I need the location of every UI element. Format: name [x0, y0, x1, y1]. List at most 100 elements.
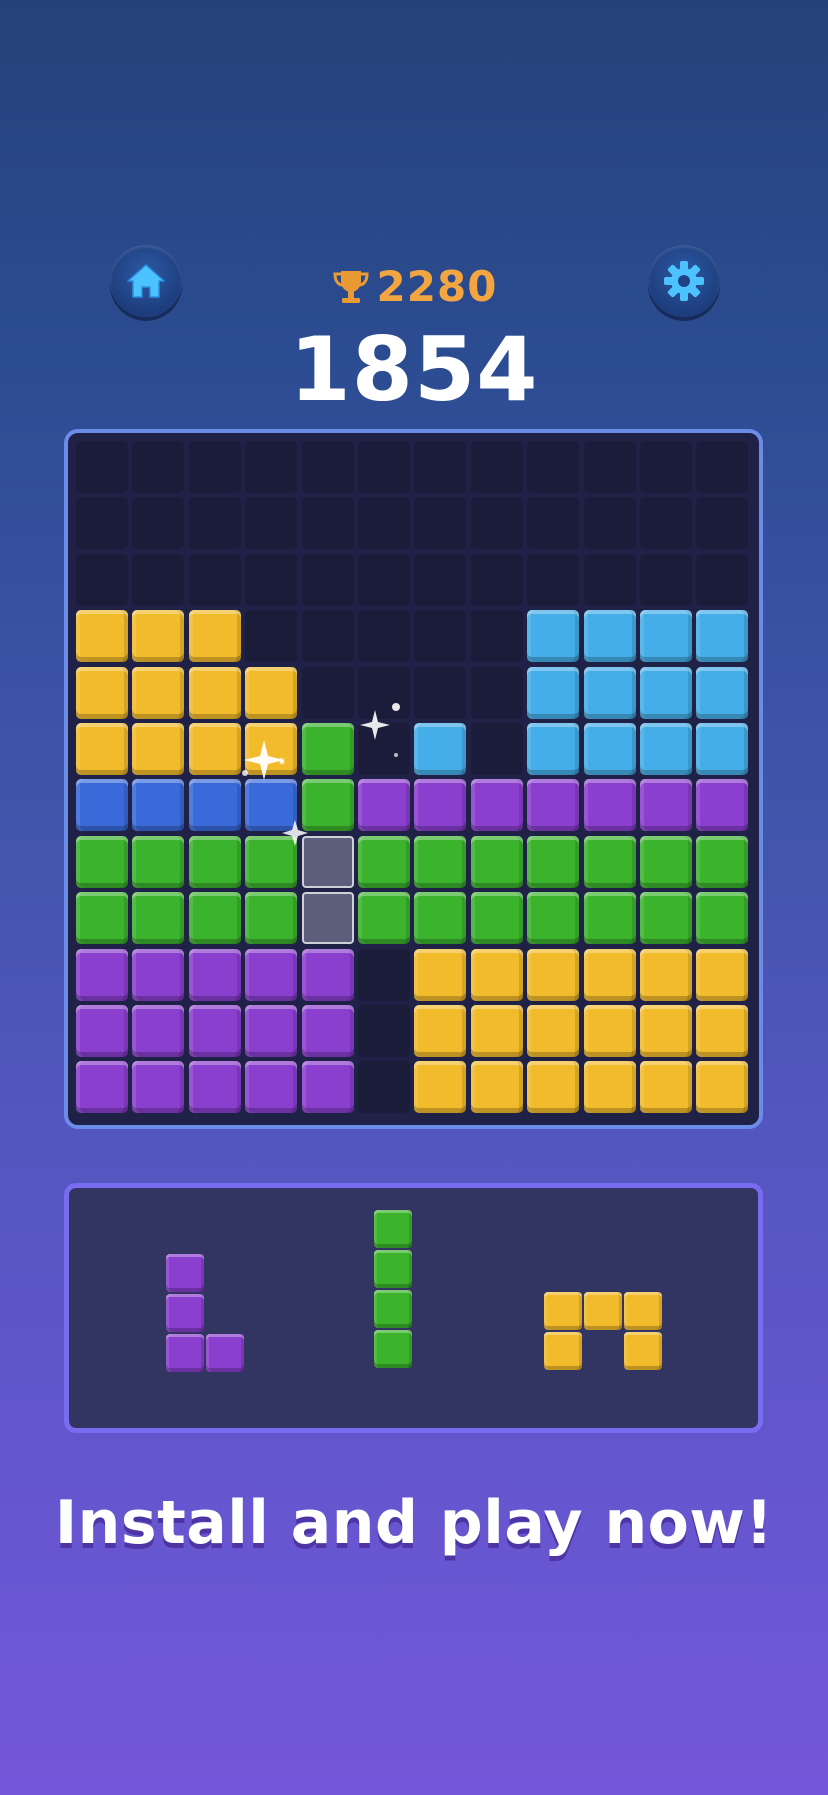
block-cell — [188, 1061, 241, 1114]
empty-cell — [245, 610, 298, 663]
empty-cell — [414, 553, 467, 606]
trophy-icon — [333, 270, 369, 303]
empty-cell — [470, 441, 523, 493]
empty-cell — [188, 441, 241, 493]
block-cell — [696, 610, 749, 663]
empty-cell — [245, 441, 298, 493]
block-cell — [583, 666, 636, 719]
sparkle-effect — [242, 703, 400, 846]
empty-cell — [527, 441, 580, 493]
block-cell — [470, 948, 523, 1001]
empty-cell — [414, 610, 467, 663]
empty-cell — [640, 553, 692, 606]
block-cell — [414, 1005, 467, 1057]
block-cell — [583, 1005, 636, 1057]
block-cell — [527, 892, 580, 945]
block-cell — [696, 1005, 749, 1057]
empty-cell — [527, 497, 580, 550]
block-cell — [640, 610, 692, 663]
piece-cell — [374, 1330, 412, 1368]
block-cell — [527, 835, 580, 888]
empty-cell — [132, 497, 185, 550]
block-cell — [583, 835, 636, 888]
block-cell — [696, 835, 749, 888]
block-cell — [470, 892, 523, 945]
install-cta[interactable]: Install and play now! — [0, 1488, 828, 1558]
empty-cell — [640, 441, 692, 493]
block-cell — [76, 723, 128, 775]
empty-cell — [527, 553, 580, 606]
empty-cell — [76, 553, 128, 606]
block-cell — [470, 779, 523, 832]
piece-cell — [166, 1254, 204, 1292]
empty-cell — [358, 441, 410, 493]
block-cell — [414, 948, 467, 1001]
block-cell — [132, 779, 185, 832]
block-cell — [696, 666, 749, 719]
empty-cell — [301, 441, 354, 493]
empty-cell — [245, 497, 298, 550]
block-cell — [527, 1005, 580, 1057]
empty-cell — [583, 441, 636, 493]
best-score-row: 2280 — [0, 262, 828, 311]
piece-cell — [544, 1332, 582, 1370]
block-cell — [527, 666, 580, 719]
block-cell — [301, 1061, 354, 1114]
block-cell — [245, 1061, 298, 1114]
block-cell — [76, 666, 128, 719]
block-cell — [583, 723, 636, 775]
empty-cell — [76, 441, 128, 493]
block-cell — [301, 948, 354, 1001]
block-cell — [132, 1005, 185, 1057]
block-cell — [640, 1061, 692, 1114]
piece-tray — [64, 1183, 763, 1433]
block-cell — [132, 666, 185, 719]
empty-cell — [358, 610, 410, 663]
block-cell — [583, 1061, 636, 1114]
block-cell — [76, 948, 128, 1001]
block-cell — [470, 835, 523, 888]
block-cell — [696, 892, 749, 945]
empty-cell — [76, 497, 128, 550]
block-cell — [301, 1005, 354, 1057]
block-cell — [414, 835, 467, 888]
empty-cell — [414, 497, 467, 550]
block-cell — [470, 1061, 523, 1114]
empty-cell — [301, 610, 354, 663]
empty-cell — [696, 497, 749, 550]
empty-cell — [245, 553, 298, 606]
block-cell — [414, 723, 467, 775]
piece-cell — [374, 1290, 412, 1328]
block-cell — [527, 779, 580, 832]
block-cell — [132, 892, 185, 945]
block-cell — [583, 779, 636, 832]
block-cell — [76, 1005, 128, 1057]
block-cell — [527, 723, 580, 775]
piece-cell — [584, 1292, 622, 1330]
block-cell — [696, 1061, 749, 1114]
empty-cell — [470, 723, 523, 775]
empty-cell — [358, 553, 410, 606]
block-cell — [640, 666, 692, 719]
empty-cell — [358, 948, 410, 1001]
block-cell — [132, 610, 185, 663]
block-cell — [527, 610, 580, 663]
block-cell — [640, 835, 692, 888]
empty-cell — [132, 553, 185, 606]
empty-cell — [414, 666, 467, 719]
block-cell — [76, 835, 128, 888]
block-cell — [414, 1061, 467, 1114]
block-cell — [414, 779, 467, 832]
empty-cell — [358, 1005, 410, 1057]
empty-cell — [301, 497, 354, 550]
block-cell — [640, 892, 692, 945]
block-cell — [188, 948, 241, 1001]
block-cell — [696, 723, 749, 775]
current-score: 1854 — [289, 318, 539, 421]
block-cell — [76, 779, 128, 832]
block-cell — [132, 948, 185, 1001]
empty-cell — [470, 666, 523, 719]
block-cell — [132, 723, 185, 775]
block-cell — [188, 610, 241, 663]
block-cell — [188, 892, 241, 945]
